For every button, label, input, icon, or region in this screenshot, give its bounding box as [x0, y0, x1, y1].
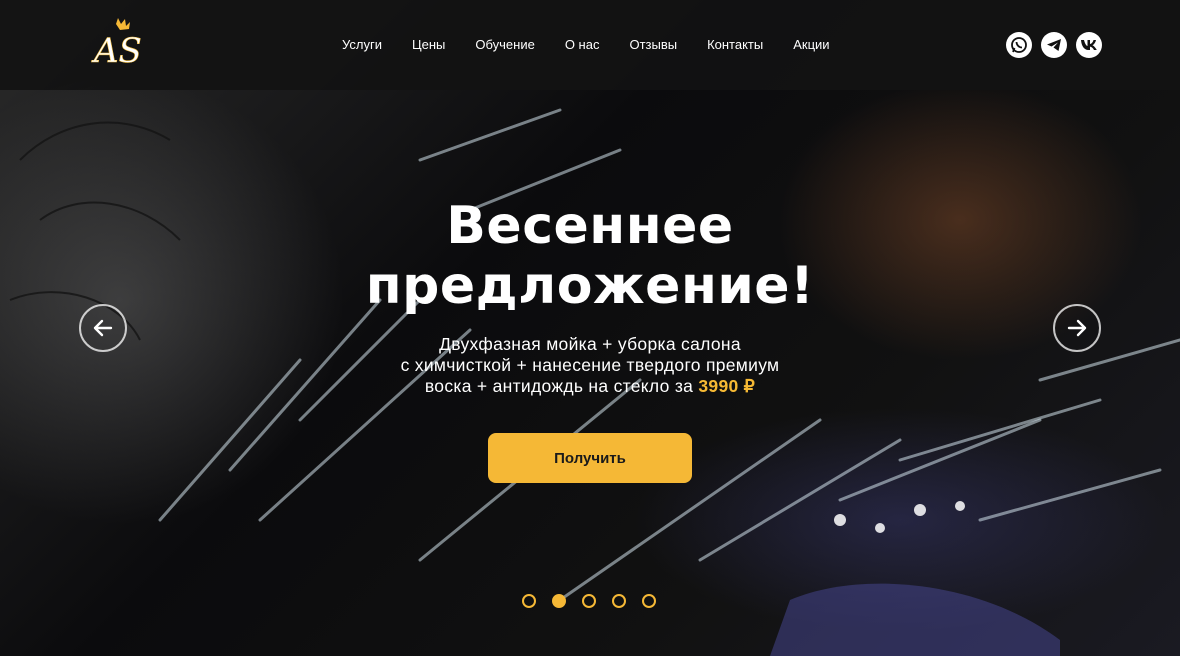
slider-dot[interactable] [642, 594, 656, 608]
social-links [1006, 32, 1102, 58]
hero-subtitle-line1: Двухфазная мойка + уборка салона [439, 334, 741, 354]
hero-subtitle: Двухфазная мойка + уборка салона с химчи… [340, 334, 840, 397]
slider-dot[interactable] [552, 594, 566, 608]
whatsapp-icon[interactable] [1006, 32, 1032, 58]
nav-link-about[interactable]: О нас [565, 36, 600, 54]
logo-text: AS [91, 31, 142, 71]
hero-subtitle-line3: воска + антидождь на стекло за [424, 376, 694, 396]
hero-subtitle-line2: с химчисткой + нанесение твердого премиу… [400, 355, 780, 375]
vk-icon[interactable] [1076, 32, 1102, 58]
hero-price: 3990 ₽ [698, 376, 756, 396]
slider-pagination [522, 594, 656, 608]
slider-prev-button[interactable] [79, 304, 127, 352]
slider-next-button[interactable] [1053, 304, 1101, 352]
hero-banner [0, 0, 1180, 656]
nav-link-prices[interactable]: Цены [412, 36, 445, 54]
hero-title-line1: Весеннее [446, 196, 734, 256]
slider-dot[interactable] [582, 594, 596, 608]
hero-title-line2: предложение! [365, 256, 815, 316]
telegram-icon[interactable] [1041, 32, 1067, 58]
nav-link-training[interactable]: Обучение [475, 36, 534, 54]
nav-link-promotions[interactable]: Акции [793, 36, 829, 54]
slider-dot[interactable] [612, 594, 626, 608]
site-header: AS Услуги Цены Обучение О нас Отзывы Кон… [0, 0, 1180, 90]
hero-background-image [9, 108, 1180, 656]
main-nav: Услуги Цены Обучение О нас Отзывы Контак… [342, 36, 830, 54]
get-offer-button[interactable]: Получить [488, 433, 692, 483]
arrow-left-icon [93, 319, 113, 337]
hero-title: Весеннее предложение! [0, 196, 1180, 316]
nav-link-reviews[interactable]: Отзывы [629, 36, 677, 54]
slider-dot[interactable] [522, 594, 536, 608]
nav-link-contacts[interactable]: Контакты [707, 36, 763, 54]
logo[interactable]: AS [88, 14, 152, 72]
arrow-right-icon [1067, 319, 1087, 337]
nav-link-services[interactable]: Услуги [342, 36, 382, 54]
